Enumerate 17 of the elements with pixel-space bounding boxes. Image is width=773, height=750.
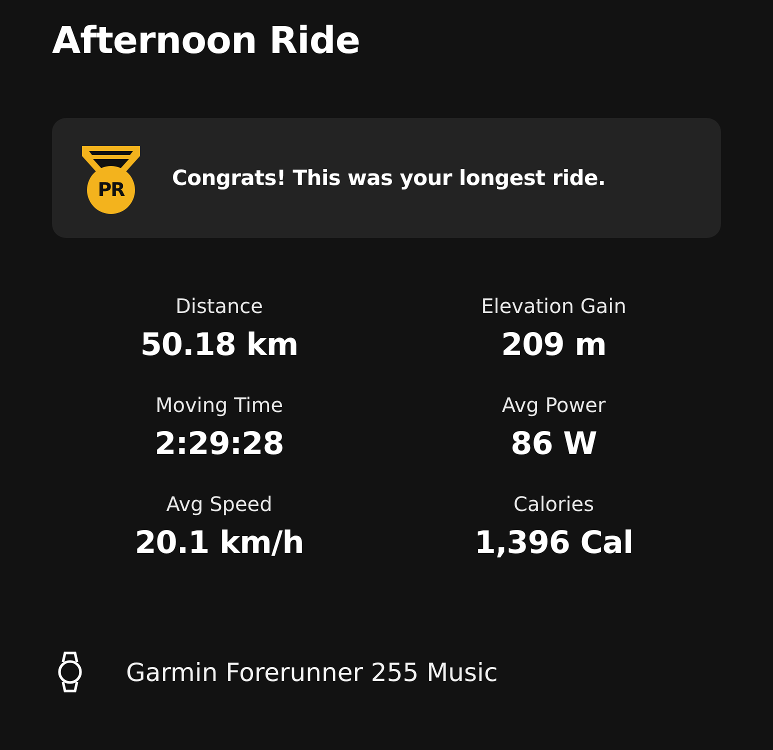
stat-label: Distance [176,293,263,319]
stat-value: 50.18 km [140,326,298,365]
device-name: Garmin Forerunner 255 Music [126,658,498,686]
stat-label: Calories [513,491,594,517]
stat-label: Avg Power [502,392,606,418]
stat-value: 209 m [501,326,606,365]
badge-text: PR [96,179,126,201]
watch-icon [58,651,82,693]
stat-value: 86 W [510,425,597,464]
stat-label: Moving Time [155,392,284,418]
achievement-message: Congrats! This was your longest ride. [172,166,606,190]
stat-label: Avg Speed [166,491,272,517]
stat-value: 2:29:28 [154,425,284,464]
stat-label: Elevation Gain [481,293,626,319]
stat-value: 20.1 km/h [134,524,304,563]
activity-title: Afternoon Ride [52,18,361,64]
stat-value: 1,396 Cal [474,524,634,563]
